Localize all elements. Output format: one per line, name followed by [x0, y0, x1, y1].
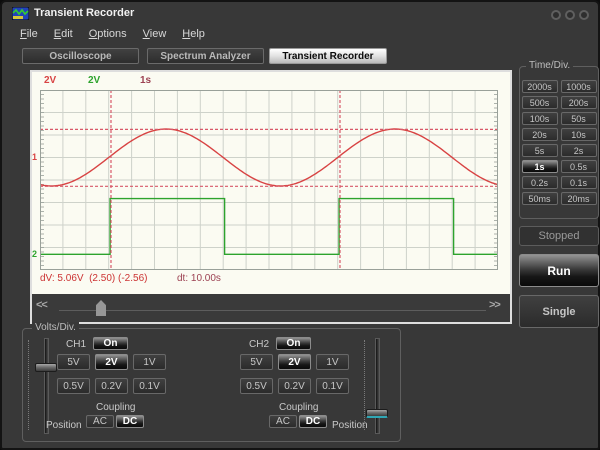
timediv-option-20s[interactable]: 20s: [522, 128, 558, 141]
run-button[interactable]: Run: [519, 254, 599, 287]
ch1-volts-1v[interactable]: 1V: [133, 354, 166, 370]
timediv-option-50s[interactable]: 50s: [561, 112, 597, 125]
timediv-option-0.2s[interactable]: 0.2s: [522, 176, 558, 189]
minimize-button[interactable]: [551, 10, 561, 20]
ch1-volts-0.1v[interactable]: 0.1V: [133, 378, 166, 394]
window-titlebar[interactable]: Transient Recorder: [2, 2, 598, 24]
ch1-coupling-label: Coupling: [96, 402, 135, 413]
menu-item-help[interactable]: Help: [174, 26, 213, 44]
ch1-volts-2v[interactable]: 2V: [95, 354, 128, 370]
timediv-option-2000s[interactable]: 2000s: [522, 80, 558, 93]
ch1-volts-0.5v[interactable]: 0.5V: [57, 378, 90, 394]
ch2-on-button[interactable]: On: [276, 337, 311, 350]
ch2-coupling-label: Coupling: [279, 402, 318, 413]
ch1-coupling-dc[interactable]: DC: [116, 415, 144, 428]
ch2-volts-0.1v[interactable]: 0.1V: [316, 378, 349, 394]
menubar: File Edit Options View Help: [12, 26, 213, 44]
ch2-position-slider[interactable]: [375, 338, 380, 434]
menu-item-edit[interactable]: Edit: [46, 26, 81, 44]
ch1-coupling-ac[interactable]: AC: [86, 415, 114, 428]
ch2-scale-label: 2V: [88, 75, 100, 86]
ch2-position-thumb[interactable]: [366, 409, 388, 418]
ch2-coupling-ac[interactable]: AC: [269, 415, 297, 428]
time-scale-label: 1s: [140, 75, 151, 86]
timediv-option-1s[interactable]: 1s: [522, 160, 558, 173]
scroll-track[interactable]: [59, 310, 486, 311]
ch2-volts-5v[interactable]: 5V: [240, 354, 273, 370]
cursor-dv-readout: dV: 5.06V (2.50) (-2.56): [40, 273, 147, 284]
menu-item-view[interactable]: View: [135, 26, 175, 44]
tab-spectrum-analyzer[interactable]: Spectrum Analyzer: [147, 48, 264, 64]
acquisition-status: Stopped: [519, 226, 599, 246]
ch2-zero-marker[interactable]: 2: [32, 249, 37, 259]
timediv-option-20ms[interactable]: 20ms: [561, 192, 597, 205]
ch1-on-button[interactable]: On: [93, 337, 128, 350]
ch1-position-ticks: [28, 340, 29, 430]
ch2-coupling-dc[interactable]: DC: [299, 415, 327, 428]
ch1-volts-0.2v[interactable]: 0.2V: [95, 378, 128, 394]
close-button[interactable]: [579, 10, 589, 20]
timediv-option-0.5s[interactable]: 0.5s: [561, 160, 597, 173]
timediv-option-2s[interactable]: 2s: [561, 144, 597, 157]
tab-oscilloscope[interactable]: Oscilloscope: [22, 48, 139, 64]
ch1-volts-5v[interactable]: 5V: [57, 354, 90, 370]
window-title: Transient Recorder: [34, 7, 134, 19]
maximize-button[interactable]: [565, 10, 575, 20]
single-button[interactable]: Single: [519, 295, 599, 328]
ch1-label: CH1: [66, 339, 86, 350]
ch1-scale-label: 2V: [44, 75, 56, 86]
ch1-position-thumb[interactable]: [35, 363, 57, 372]
ch2-volts-0.5v[interactable]: 0.5V: [240, 378, 273, 394]
ch1-zero-marker[interactable]: 1: [32, 152, 37, 162]
time-div-group: 2000s 1000s 500s 200s 100s 50s 20s 10s 5…: [519, 66, 599, 219]
timediv-option-0.1s[interactable]: 0.1s: [561, 176, 597, 189]
menu-item-options[interactable]: Options: [81, 26, 135, 44]
app-window: Transient Recorder File Edit Options Vie…: [0, 0, 600, 450]
ch1-position-label: Position: [46, 420, 82, 431]
ch2-volts-1v[interactable]: 1V: [316, 354, 349, 370]
timediv-option-10s[interactable]: 10s: [561, 128, 597, 141]
menu-item-file[interactable]: File: [12, 26, 46, 44]
volts-div-group-label: Volts/Div.: [32, 322, 79, 333]
ch2-position-ticks: [364, 340, 365, 430]
scroll-left-button[interactable]: <<: [36, 299, 47, 311]
tab-transient-recorder[interactable]: Transient Recorder: [269, 48, 387, 64]
ch2-volts-2v[interactable]: 2V: [278, 354, 311, 370]
timediv-option-500s[interactable]: 500s: [522, 96, 558, 109]
timediv-option-1000s[interactable]: 1000s: [561, 80, 597, 93]
window-body: Transient Recorder File Edit Options Vie…: [0, 0, 600, 450]
scroll-right-button[interactable]: >>: [489, 299, 500, 311]
ch2-position-label: Position: [332, 420, 368, 431]
ch2-volts-0.2v[interactable]: 0.2V: [278, 378, 311, 394]
scope-grid-svg[interactable]: [40, 90, 498, 270]
timediv-option-5s[interactable]: 5s: [522, 144, 558, 157]
timediv-option-200s[interactable]: 200s: [561, 96, 597, 109]
app-icon: [12, 7, 29, 20]
time-div-group-label: Time/Div.: [526, 60, 573, 71]
timediv-option-100s[interactable]: 100s: [522, 112, 558, 125]
cursor-dt-readout: dt: 10.00s: [177, 273, 221, 284]
timediv-option-50ms[interactable]: 50ms: [522, 192, 558, 205]
ch2-label: CH2: [249, 339, 269, 350]
